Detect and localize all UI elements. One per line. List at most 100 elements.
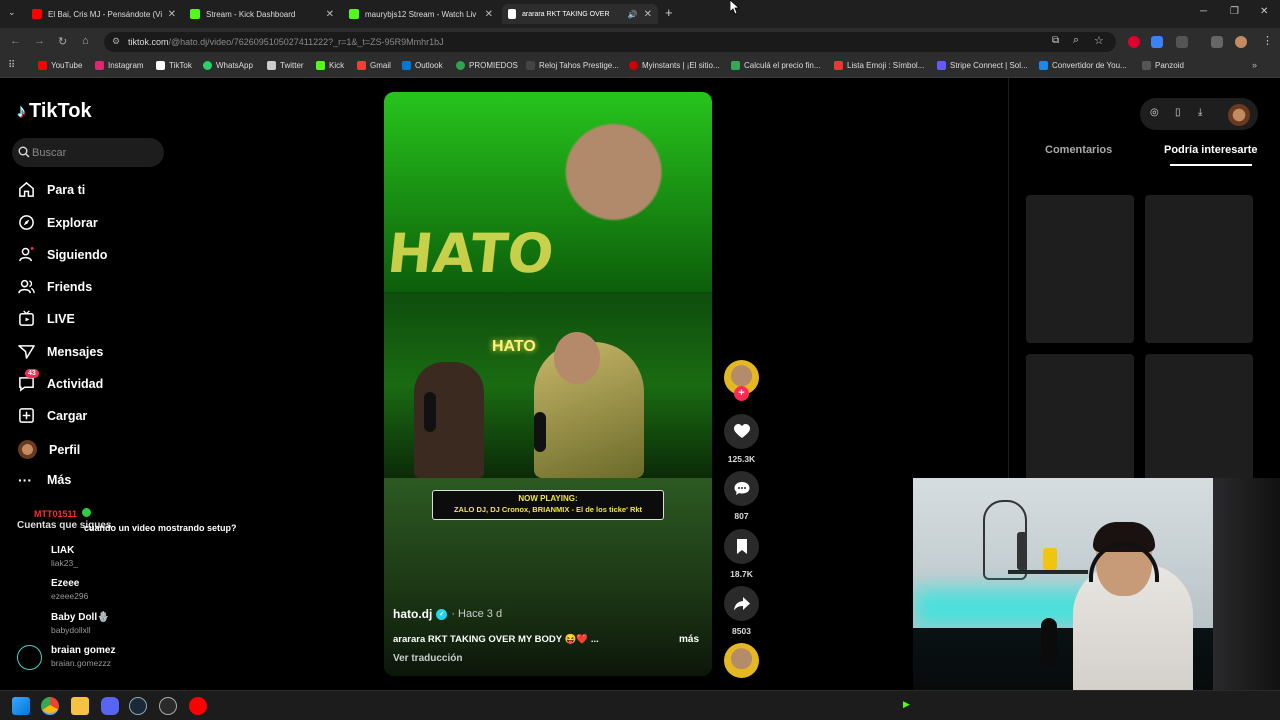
chrome-icon[interactable] — [41, 697, 59, 715]
bookmark-promiedos[interactable]: PROMIEDOS — [456, 61, 518, 70]
creator-avatar-button[interactable]: + — [724, 360, 759, 401]
close-window-icon[interactable]: ✕ — [1260, 6, 1268, 17]
back-icon[interactable]: ← — [10, 35, 21, 47]
nav-siguiendo[interactable]: Siguiendo — [18, 246, 107, 263]
bookmark-whatsapp[interactable]: WhatsApp — [203, 61, 253, 70]
bookmark-tiktok[interactable]: TikTok — [156, 61, 192, 70]
suggested-video-thumbnail[interactable] — [1026, 195, 1134, 343]
nav-mensajes[interactable]: Mensajes — [18, 343, 103, 360]
media-control-icon[interactable] — [1211, 36, 1223, 48]
bookmarks-overflow-icon[interactable]: » — [1252, 60, 1257, 70]
close-tab-icon[interactable]: ✕ — [326, 9, 334, 20]
account-item[interactable]: Ezeee ezeee296 — [51, 578, 88, 601]
account-item[interactable]: Baby Doll🪬 babydollxll — [51, 612, 110, 635]
profile-avatar[interactable] — [1228, 104, 1250, 126]
tiktok-logo[interactable]: ♪ TikTok — [17, 100, 92, 123]
browser-tab-3[interactable]: maurybjs12 Stream - Watch Liv ✕ — [343, 4, 499, 24]
extension-blue-icon[interactable] — [1151, 36, 1163, 48]
video-author[interactable]: hato.dj ✓ · Hace 3 d — [393, 607, 502, 621]
download-icon[interactable]: ⤓ — [1198, 107, 1202, 118]
extensions-puzzle-icon[interactable] — [1176, 36, 1188, 48]
nav-cargar[interactable]: Cargar — [18, 407, 87, 424]
account-avatar[interactable] — [17, 645, 42, 670]
tab-podria-interesarte[interactable]: Podría interesarte — [1164, 144, 1258, 156]
caption-more-link[interactable]: más — [679, 634, 699, 645]
profile-avatar-icon[interactable] — [1235, 36, 1247, 48]
bookmark-instagram[interactable]: Instagram — [95, 61, 144, 70]
bookmark-panzoid[interactable]: Panzoid — [1142, 61, 1184, 70]
bookmark-outlook[interactable]: Outlook — [402, 61, 443, 70]
bookmark-calcula[interactable]: Calculá el precio fin... — [731, 61, 820, 70]
comment-icon — [724, 471, 759, 506]
nav-friends[interactable]: Friends — [18, 278, 92, 295]
bookmark-reloj[interactable]: Reloj Tahos Prestige... — [526, 61, 619, 70]
cast-icon[interactable]: ⧉ — [1052, 35, 1059, 46]
maximize-icon[interactable]: ❐ — [1230, 6, 1239, 17]
close-tab-icon[interactable]: ✕ — [168, 9, 176, 20]
home-icon[interactable]: ⌂ — [82, 35, 89, 47]
nav-label: Friends — [47, 279, 93, 294]
suggested-video-thumbnail[interactable] — [1145, 195, 1253, 343]
bookmark-convertidor[interactable]: Convertidor de You... — [1039, 61, 1127, 70]
minimize-icon[interactable]: ─ — [1200, 6, 1207, 17]
like-count: 125.3K — [727, 454, 756, 464]
tab-comentarios[interactable]: Comentarios — [1045, 144, 1112, 156]
x-icon — [267, 61, 276, 70]
bookmark-twitter[interactable]: Twitter — [267, 61, 304, 70]
nav-mas[interactable]: ··· Más — [18, 472, 71, 488]
bookmark-youtube[interactable]: YouTube — [38, 61, 82, 70]
close-tab-icon[interactable]: ✕ — [644, 9, 652, 20]
bookmark-stripe[interactable]: Stripe Connect | Sol... — [937, 61, 1028, 70]
share-button[interactable]: 8503 — [724, 586, 759, 636]
site-info-icon[interactable]: ⚙ — [112, 36, 120, 47]
youtube-app-icon[interactable] — [189, 697, 207, 715]
comment-button[interactable]: 807 — [724, 471, 759, 521]
phone-icon[interactable]: ▯ — [1175, 107, 1181, 118]
extension-red-icon[interactable] — [1128, 36, 1140, 48]
bookmark-emoji[interactable]: Lista Emoji : Símbol... — [834, 61, 924, 70]
translate-link[interactable]: Ver traducción — [393, 653, 462, 664]
browser-menu-icon[interactable]: ⋮ — [1262, 34, 1273, 47]
obs-icon[interactable] — [159, 697, 177, 715]
account-item[interactable]: LIAK liak23_ — [51, 545, 78, 568]
nav-label: Perfil — [49, 442, 81, 457]
sound-avatar-button[interactable] — [724, 643, 759, 678]
steam-icon[interactable] — [129, 697, 147, 715]
apps-grid-icon[interactable]: ⠿ — [8, 60, 15, 71]
kick-icon — [316, 61, 325, 70]
discord-icon[interactable] — [101, 697, 119, 715]
windows-start-icon[interactable] — [12, 697, 30, 715]
forward-icon[interactable]: → — [34, 35, 45, 47]
video-player[interactable]: HATO HATO NOW PLAYING: ZALO DJ, DJ Crono… — [384, 92, 712, 676]
tray-play-icon[interactable]: ▶ — [903, 699, 910, 710]
nav-para-ti[interactable]: Para ti — [18, 181, 85, 198]
nav-explorar[interactable]: Explorar — [18, 214, 98, 231]
follow-plus-icon[interactable]: + — [734, 386, 749, 401]
compass-icon[interactable]: ◎ — [1150, 107, 1159, 118]
bookmark-kick[interactable]: Kick — [316, 61, 344, 70]
bookmark-gmail[interactable]: Gmail — [357, 61, 391, 70]
wall-shelf — [1008, 570, 1088, 574]
close-tab-icon[interactable]: ✕ — [485, 9, 493, 20]
nav-live[interactable]: LIVE — [18, 310, 75, 327]
browser-tab-4-active[interactable]: ararara RKT TAKING OVER 🔊 ✕ — [502, 4, 658, 24]
tab-list-chevron-icon[interactable]: ⌄ — [8, 7, 16, 18]
zoom-icon[interactable]: ⌕ — [1073, 34, 1079, 47]
account-item[interactable]: braian gomez braian.gomezzz — [51, 645, 115, 668]
browser-tab-2[interactable]: Stream - Kick Dashboard ✕ — [184, 4, 340, 24]
bookmark-star-icon[interactable]: ☆ — [1094, 34, 1104, 47]
sound-disc-avatar — [724, 643, 759, 678]
bookmark-myinstants[interactable]: Myinstants | ¡El sitio... — [629, 61, 720, 70]
like-button[interactable]: 125.3K — [724, 414, 759, 464]
author-name[interactable]: hato.dj — [393, 607, 432, 621]
nav-perfil[interactable]: Perfil — [18, 440, 80, 459]
new-tab-icon[interactable]: + — [665, 5, 673, 20]
reload-icon[interactable]: ↻ — [58, 35, 67, 48]
file-explorer-icon[interactable] — [71, 697, 89, 715]
search-input[interactable]: Buscar — [12, 138, 164, 167]
browser-tab-1[interactable]: El Bai, Cris MJ - Pensándote (Vi ✕ — [26, 4, 182, 24]
speaker-icon[interactable]: 🔊 — [628, 10, 638, 19]
save-button[interactable]: 18.7K — [724, 529, 759, 579]
url-field[interactable]: ⚙ tiktok.com/@hato.dj/video/762609510502… — [104, 32, 1116, 52]
nav-actividad[interactable]: 43 Actividad — [18, 369, 103, 392]
